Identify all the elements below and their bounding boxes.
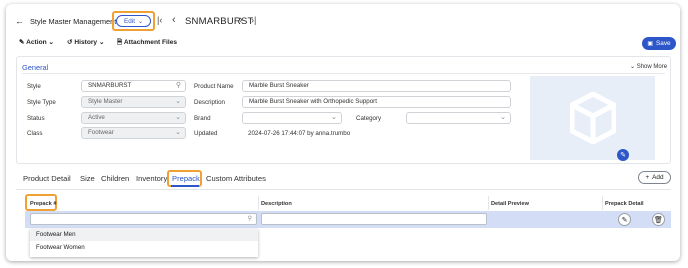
chevron-down-icon: ⌄ <box>175 98 181 105</box>
show-more-label: Show More <box>636 64 668 70</box>
product-name-label: Product Name <box>194 83 234 90</box>
show-more-link[interactable]: ⌄ Show More <box>630 63 667 70</box>
file-icon: 🗎 <box>117 39 123 46</box>
chevron-down-icon: ⌄ <box>500 114 506 121</box>
tabs-divider <box>16 189 671 190</box>
option-label: Footwear Women <box>36 244 85 251</box>
class-select[interactable]: Footwear ⌄ <box>81 127 186 139</box>
edit-button[interactable]: Edit ⌄ <box>116 15 151 27</box>
prepack-dropdown: Footwear Men Footwear Women <box>30 229 258 257</box>
chevron-down-icon: ⌄ <box>175 129 181 136</box>
prepack-input[interactable]: ⚲ <box>30 213 257 225</box>
chevron-down-icon: ⌄ <box>48 39 55 46</box>
dropdown-option[interactable]: Footwear Men <box>30 229 258 241</box>
history-label: History <box>74 39 98 46</box>
next-record-icon[interactable]: › <box>239 14 243 26</box>
class-value: Footwear <box>88 129 114 136</box>
status-label: Status <box>27 115 45 122</box>
attachment-label: Attachment Files <box>123 39 178 46</box>
col-sep <box>258 196 259 210</box>
edit-label: Edit <box>123 17 135 25</box>
attachment-button[interactable]: 🗎 Attachment Files <box>117 38 177 49</box>
brand-label: Brand <box>194 115 211 122</box>
record-name: SNMARBURST <box>185 16 254 27</box>
history-menu[interactable]: ↺ History ⌄ <box>67 38 104 46</box>
trash-icon: 🗑 <box>654 216 663 224</box>
col-sep <box>488 196 489 210</box>
action-label: Action <box>26 39 47 46</box>
active-tab-underline <box>171 185 199 187</box>
status-value: Active <box>88 114 105 121</box>
page-title: Style Master Management <box>30 17 117 26</box>
column-detail-preview: Detail Preview <box>491 201 529 207</box>
plus-icon: + <box>645 174 650 181</box>
dropdown-option[interactable]: Footwear Women <box>30 241 258 255</box>
edit-image-button[interactable]: ✎ <box>617 149 629 161</box>
tab-children[interactable]: Children <box>101 174 129 183</box>
column-prepack-detail: Prepack Detail <box>605 201 644 207</box>
tab-prepack[interactable]: Prepack <box>172 174 200 183</box>
chevron-down-icon: ⌄ <box>98 39 105 46</box>
style-value: SNMARBURST <box>88 82 132 89</box>
description-field[interactable]: Marble Burst Sneaker with Orthopedic Sup… <box>242 96 511 108</box>
first-record-icon[interactable]: |‹ <box>157 15 162 25</box>
class-label: Class <box>27 130 43 137</box>
updated-label: Updated <box>194 130 218 137</box>
tab-inventory[interactable]: Inventory <box>136 174 167 183</box>
add-button[interactable]: + Add <box>638 171 671 184</box>
chevron-down-icon: ⌄ <box>137 18 144 25</box>
save-label: Save <box>656 40 671 47</box>
chevron-down-icon: ⌄ <box>331 114 337 121</box>
delete-row-button[interactable]: 🗑 <box>652 213 665 226</box>
cube-placeholder-icon <box>569 92 616 144</box>
category-select[interactable]: ⌄ <box>406 112 511 124</box>
product-name-field[interactable]: Marble Burst Sneaker <box>242 80 511 92</box>
action-menu[interactable]: ✎ Action ⌄ <box>19 38 54 46</box>
style-label: Style <box>27 83 41 90</box>
edit-prepack-detail-button[interactable]: ✎ <box>618 213 631 226</box>
prev-record-icon[interactable]: ‹ <box>172 14 176 26</box>
column-prepack: Prepack # <box>30 201 57 207</box>
brand-select[interactable]: ⌄ <box>242 112 342 124</box>
style-type-value: Style Master <box>88 98 123 105</box>
last-record-icon[interactable]: ›| <box>251 15 256 25</box>
option-label: Footwear Men <box>36 231 76 238</box>
search-icon[interactable]: ⚲ <box>176 81 181 91</box>
tab-size[interactable]: Size <box>80 174 95 183</box>
back-arrow-icon[interactable]: ← <box>15 16 24 26</box>
tab-custom-attributes[interactable]: Custom Attributes <box>206 174 266 183</box>
col-sep <box>602 196 603 210</box>
column-description: Description <box>261 201 292 207</box>
app-window: ← Style Master Management Edit ⌄ |‹ ‹ SN… <box>6 4 680 261</box>
status-select[interactable]: Active ⌄ <box>81 112 186 124</box>
save-button[interactable]: ▣ Save <box>642 37 676 50</box>
pencil-icon: ✎ <box>621 216 628 224</box>
description-label: Description <box>194 99 225 106</box>
chevron-down-icon: ⌄ <box>175 114 181 121</box>
section-divider <box>22 73 665 74</box>
description-value: Marble Burst Sneaker with Orthopedic Sup… <box>249 98 377 105</box>
save-icon: ▣ <box>647 41 654 47</box>
history-icon: ↺ <box>67 39 73 46</box>
add-label: Add <box>652 174 664 181</box>
product-image <box>530 76 655 160</box>
tab-product-detail[interactable]: Product Detail <box>23 174 71 183</box>
search-icon[interactable]: ⚲ <box>248 215 252 222</box>
pencil-icon: ✎ <box>620 152 626 159</box>
section-title: General <box>22 63 49 72</box>
category-label: Category <box>356 115 382 122</box>
style-field[interactable]: SNMARBURST ⚲ <box>81 80 186 92</box>
style-type-select[interactable]: Style Master ⌄ <box>81 96 186 108</box>
description-input[interactable] <box>261 213 487 225</box>
style-type-label: Style Type <box>27 99 56 106</box>
updated-value: 2024-07-26 17:44:07 by anna.trumbo <box>248 130 351 137</box>
wrench-icon: ✎ <box>19 39 25 46</box>
product-name-value: Marble Burst Sneaker <box>249 82 309 89</box>
chevron-down-icon: ⌄ <box>630 64 636 70</box>
